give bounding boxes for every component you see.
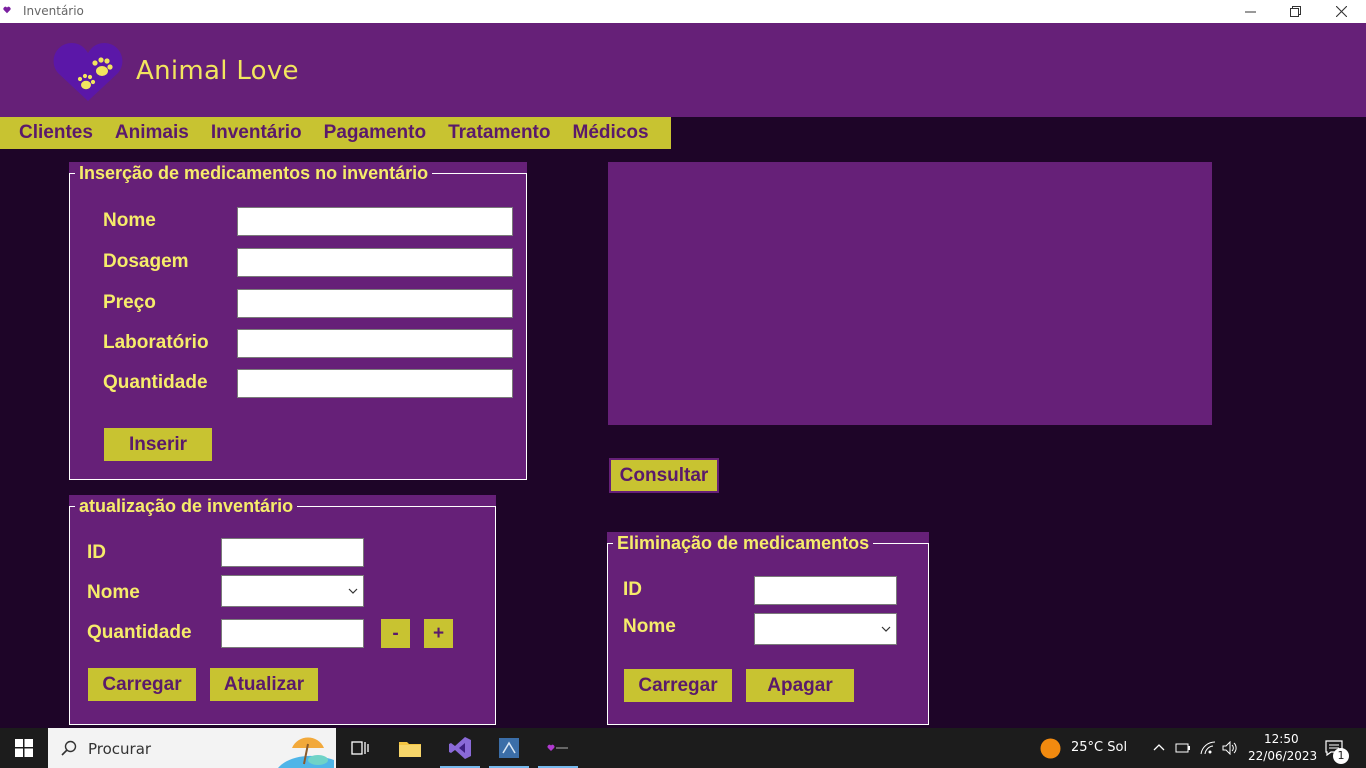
volume-icon[interactable] (1222, 741, 1238, 755)
windows-taskbar: Procurar 25°C Sol 12:50 22/06/2023 1 (0, 728, 1366, 768)
preco-input[interactable] (237, 289, 513, 318)
minimize-icon (1244, 11, 1256, 13)
laboratorio-input[interactable] (237, 329, 513, 358)
update-id-label: ID (87, 542, 106, 563)
weather-sun-icon (1040, 738, 1061, 759)
inserir-button[interactable]: Inserir (104, 428, 212, 461)
delete-id-label: ID (623, 579, 642, 600)
brand-name: Animal Love (136, 56, 299, 86)
weather-text[interactable]: 25°C Sol (1071, 740, 1127, 755)
update-panel-legend: atualização de inventário (75, 496, 298, 517)
delete-carregar-button[interactable]: Carregar (624, 669, 732, 702)
clock-date[interactable]: 22/06/2023 (1248, 749, 1317, 763)
update-nome-dropdown[interactable] (221, 575, 364, 607)
decrease-quantity-button[interactable]: - (381, 619, 410, 648)
heart-app-icon (3, 6, 11, 14)
chevron-up-icon[interactable] (1153, 743, 1165, 751)
apagar-button[interactable]: Apagar (746, 669, 854, 702)
menu-item-clientes[interactable]: Clientes (8, 117, 104, 149)
database-tool-icon (499, 738, 519, 758)
update-nome-label: Nome (87, 582, 140, 603)
heart-app-icon (547, 744, 568, 751)
update-inventory-panel: atualização de inventário ID Nome Quanti… (69, 495, 496, 725)
consultar-button[interactable]: Consultar (609, 458, 719, 493)
menu-item-inventario[interactable]: Inventário (200, 117, 313, 149)
notification-count-badge: 1 (1333, 748, 1349, 764)
update-carregar-button[interactable]: Carregar (88, 668, 196, 701)
increase-quantity-button[interactable]: + (424, 619, 453, 648)
heart-paw-logo-icon (53, 43, 123, 101)
dosagem-input[interactable] (237, 248, 513, 277)
task-view-icon (351, 741, 369, 755)
animal-love-app-button[interactable] (534, 728, 582, 768)
restore-button[interactable] (1272, 0, 1318, 23)
laboratorio-label: Laboratório (103, 332, 209, 353)
task-view-button[interactable] (336, 728, 384, 768)
menu-item-pagamento[interactable]: Pagamento (313, 117, 437, 149)
close-icon (1335, 6, 1347, 17)
search-icon (61, 740, 77, 756)
main-menu: Clientes Animais Inventário Pagamento Tr… (0, 117, 671, 149)
delete-nome-label: Nome (623, 616, 676, 637)
beach-illustration-icon (278, 737, 334, 768)
window-titlebar: Inventário (0, 0, 1366, 23)
file-explorer-button[interactable] (386, 728, 434, 768)
window-title: Inventário (23, 4, 84, 18)
chevron-down-icon (348, 588, 358, 594)
visual-studio-icon (449, 737, 471, 759)
update-quantidade-label: Quantidade (87, 622, 192, 643)
delete-nome-dropdown[interactable] (754, 613, 897, 645)
search-placeholder: Procurar (88, 740, 152, 758)
insert-medication-panel: Inserção de medicamentos no inventário N… (69, 162, 527, 480)
windows-logo-icon (15, 739, 33, 757)
delete-id-input[interactable] (754, 576, 897, 605)
atualizar-button[interactable]: Atualizar (210, 668, 318, 701)
app-header: Animal Love (0, 23, 1366, 117)
start-button[interactable] (0, 728, 48, 768)
menu-item-tratamento[interactable]: Tratamento (437, 117, 561, 149)
quantidade-input[interactable] (237, 369, 513, 398)
taskbar-search[interactable]: Procurar (48, 728, 336, 768)
update-quantidade-input[interactable] (221, 619, 364, 648)
nome-input[interactable] (237, 207, 513, 236)
minimize-button[interactable] (1227, 0, 1273, 23)
close-button[interactable] (1318, 0, 1364, 23)
delete-panel-legend: Eliminação de medicamentos (613, 533, 874, 554)
nome-label: Nome (103, 210, 156, 231)
restore-icon (1289, 6, 1301, 17)
menu-item-animais[interactable]: Animais (104, 117, 200, 149)
dosagem-label: Dosagem (103, 251, 189, 272)
clock-time[interactable]: 12:50 (1264, 732, 1299, 746)
preco-label: Preço (103, 292, 156, 313)
chevron-down-icon (881, 626, 891, 632)
delete-medication-panel: Eliminação de medicamentos ID Nome Carre… (607, 532, 929, 725)
quantidade-label: Quantidade (103, 372, 208, 393)
wifi-icon[interactable] (1200, 741, 1216, 755)
visual-studio-button[interactable] (436, 728, 484, 768)
update-id-input[interactable] (221, 538, 364, 567)
insert-panel-legend: Inserção de medicamentos no inventário (75, 163, 433, 184)
sql-tool-button[interactable] (485, 728, 533, 768)
inventory-results-grid[interactable] (608, 162, 1212, 425)
menu-item-medicos[interactable]: Médicos (562, 117, 660, 149)
battery-icon[interactable] (1175, 742, 1191, 754)
folder-icon (399, 742, 421, 757)
